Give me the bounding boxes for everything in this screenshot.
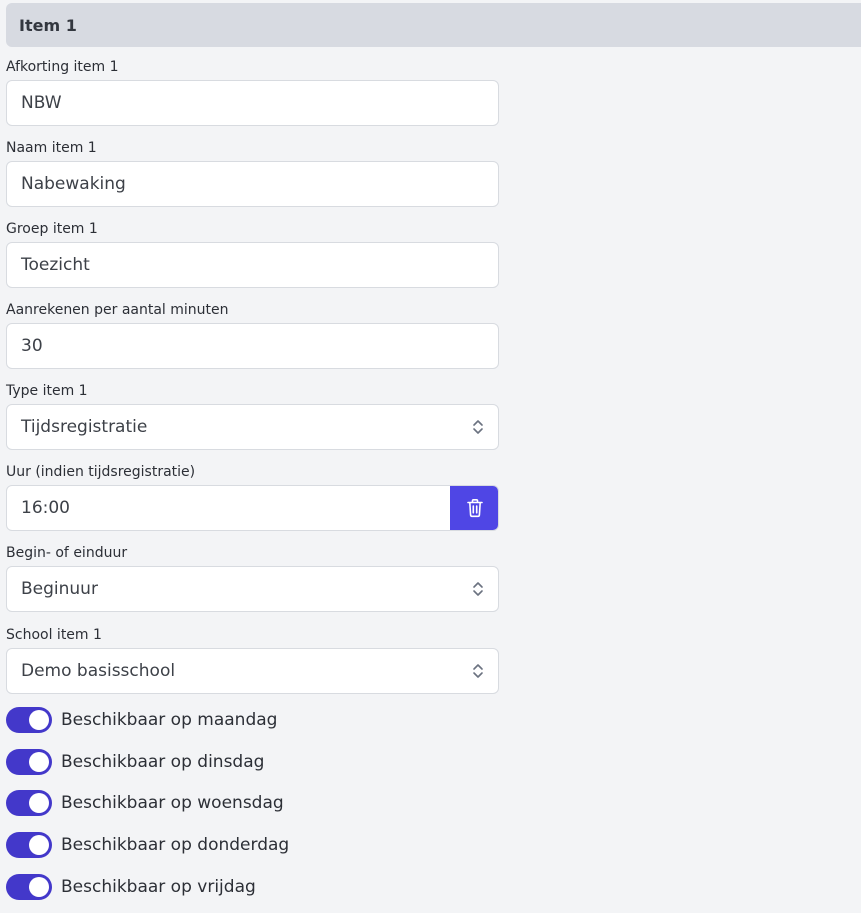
type-value: Tijdsregistratie [21,417,148,437]
toggle-label-donderdag: Beschikbaar op donderdag [61,835,290,855]
trash-icon [466,499,483,518]
toggle-knob [29,710,49,730]
delete-time-button[interactable] [450,486,498,530]
school-field-group: School item 1 Demo basisschool [6,625,499,694]
naam-value: Nabewaking [21,174,126,194]
afkorting-label: Afkorting item 1 [6,59,119,75]
toggle-label-maandag: Beschikbaar op maandag [61,710,278,730]
begin-eind-label: Begin- of einduur [6,545,128,561]
item-form: Item 1 Afkorting item 1 NBW Naam item 1 … [0,0,861,913]
begin-eind-select[interactable]: Beginuur [6,566,499,612]
school-select[interactable]: Demo basisschool [6,648,499,694]
type-select[interactable]: Tijdsregistratie [6,404,499,450]
begin-eind-value: Beginuur [21,579,98,599]
groep-input[interactable]: Toezicht [6,242,499,288]
toggle-knob [29,793,49,813]
minuten-input[interactable]: 30 [6,323,499,369]
groep-value: Toezicht [21,255,90,275]
school-label: School item 1 [6,627,102,643]
toggle-row-vrijdag: Beschikbaar op vrijdag [6,873,256,901]
toggle-row-maandag: Beschikbaar op maandag [6,706,277,734]
minuten-value: 30 [21,336,43,356]
uur-value: 16:00 [21,498,70,518]
groep-label: Groep item 1 [6,221,98,237]
naam-label: Naam item 1 [6,140,97,156]
minuten-label: Aanrekenen per aantal minuten [6,302,229,318]
uur-field-group: Uur (indien tijdsregistratie) 16:00 [6,462,499,531]
chevron-updown-icon [473,582,483,596]
section-header[interactable]: Item 1 [6,3,861,47]
toggle-donderdag[interactable] [6,832,52,858]
toggle-vrijdag[interactable] [6,874,52,900]
type-field-group: Type item 1 Tijdsregistratie [6,381,499,450]
naam-field-group: Naam item 1 Nabewaking [6,138,499,207]
toggle-label-woensdag: Beschikbaar op woensdag [61,793,284,813]
toggle-row-donderdag: Beschikbaar op donderdag [6,831,289,859]
chevron-updown-icon [473,664,483,678]
toggle-maandag[interactable] [6,707,52,733]
naam-input[interactable]: Nabewaking [6,161,499,207]
section-title: Item 1 [19,15,77,35]
school-value: Demo basisschool [21,661,176,681]
toggle-label-vrijdag: Beschikbaar op vrijdag [61,877,256,897]
toggle-dinsdag[interactable] [6,749,52,775]
uur-label: Uur (indien tijdsregistratie) [6,464,196,480]
toggle-label-dinsdag: Beschikbaar op dinsdag [61,752,265,772]
chevron-updown-icon [473,420,483,434]
groep-field-group: Groep item 1 Toezicht [6,219,499,288]
toggle-knob [29,752,49,772]
minuten-field-group: Aanrekenen per aantal minuten 30 [6,300,499,369]
toggle-knob [29,835,49,855]
uur-input[interactable]: 16:00 [6,485,499,531]
toggle-woensdag[interactable] [6,790,52,816]
afkorting-field-group: Afkorting item 1 NBW [6,57,499,126]
toggle-knob [29,877,49,897]
type-label: Type item 1 [6,383,88,399]
toggle-row-dinsdag: Beschikbaar op dinsdag [6,748,264,776]
afkorting-input[interactable]: NBW [6,80,499,126]
toggle-row-woensdag: Beschikbaar op woensdag [6,789,284,817]
afkorting-value: NBW [21,93,62,113]
begin-eind-field-group: Begin- of einduur Beginuur [6,543,499,612]
